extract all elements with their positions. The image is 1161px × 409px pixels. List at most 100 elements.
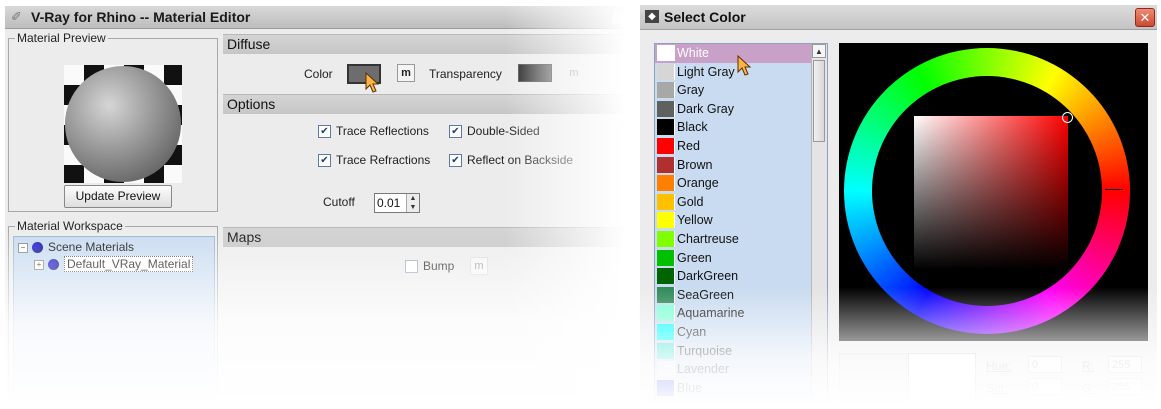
color-swatch xyxy=(657,361,675,378)
vray-app-icon: ✐ xyxy=(11,9,22,24)
cutoff-label: Cutoff xyxy=(323,195,355,209)
double-sided-checkbox[interactable]: ✔ xyxy=(449,125,462,138)
options-section-header[interactable]: Options xyxy=(223,94,625,114)
color-swatch xyxy=(657,175,675,192)
color-list-item[interactable]: Green xyxy=(655,249,811,268)
color-list-item[interactable]: Black xyxy=(655,118,811,137)
dialog-title: Select Color xyxy=(664,9,746,25)
color-swatch xyxy=(657,45,675,61)
color-swatch xyxy=(657,305,675,322)
saturation-value-square[interactable] xyxy=(914,116,1068,270)
color-swatch xyxy=(657,193,675,210)
bump-checkbox[interactable] xyxy=(405,260,418,273)
color-wheel-area[interactable] xyxy=(839,43,1148,341)
mouse-cursor-icon xyxy=(365,72,380,93)
material-preview-legend: Material Preview xyxy=(15,31,108,45)
preview-sphere xyxy=(65,66,181,182)
green-field[interactable]: 255 xyxy=(1108,378,1142,395)
dialog-title-bar: ◆ Select Color ✕ xyxy=(640,5,1157,30)
mouse-cursor-icon xyxy=(737,55,752,76)
color-name: Black xyxy=(677,120,708,135)
color-swatch xyxy=(657,156,675,173)
color-list-item[interactable]: Orange xyxy=(655,174,811,193)
color-list-item[interactable]: Aquamarine xyxy=(655,304,811,323)
expand-icon[interactable]: + xyxy=(34,259,44,270)
sat-field[interactable]: 0 xyxy=(1028,378,1062,395)
color-name: Lavender xyxy=(677,362,730,377)
transparency-swatch[interactable] xyxy=(518,64,552,82)
material-preview-image xyxy=(64,65,182,183)
spinner-arrows-icon[interactable]: ▲ ▼ xyxy=(406,194,419,212)
double-sided-label: Double-Sided xyxy=(467,124,540,138)
color-list-item[interactable]: Lavender xyxy=(655,360,811,379)
tree-item-scene-materials[interactable]: − Scene Materials xyxy=(18,239,134,255)
color-swatch xyxy=(657,119,675,136)
color-list[interactable]: White Light Gray Gray Dark Gray Black Red Brow… xyxy=(654,43,828,407)
collapse-icon[interactable]: − xyxy=(18,242,28,253)
select-color-dialog: ◆ Select Color ✕ White Light Gray Gray Dark… xyxy=(640,5,1157,407)
tree-item-default-material[interactable]: + Default_VRay_Material xyxy=(34,256,194,272)
update-preview-button[interactable]: Update Preview xyxy=(64,185,172,208)
diffuse-map-button[interactable]: m xyxy=(397,64,415,82)
color-swatch xyxy=(657,249,675,266)
color-list-item[interactable]: White xyxy=(655,44,811,63)
sv-marker[interactable] xyxy=(1062,112,1073,123)
color-list-scrollbar[interactable]: ▲ xyxy=(811,44,827,407)
reflect-backside-checkbox[interactable]: ✔ xyxy=(449,154,462,167)
color-list-item[interactable]: Red xyxy=(655,137,811,156)
color-swatch xyxy=(657,342,675,359)
material-workspace-legend: Material Workspace xyxy=(15,219,125,233)
color-list-item[interactable]: DarkGreen xyxy=(655,267,811,286)
color-list-item[interactable]: Light Gray xyxy=(655,63,811,82)
cutoff-spinner[interactable]: 0.01 ▲ ▼ xyxy=(374,193,420,213)
color-name: Aquamarine xyxy=(677,306,745,321)
diffuse-section-header[interactable]: Diffuse xyxy=(223,34,625,54)
color-name: Red xyxy=(677,139,700,153)
color-swatch xyxy=(657,231,675,247)
window-title: V-Ray for Rhino -- Material Editor xyxy=(31,9,251,25)
hue-marker[interactable] xyxy=(1105,189,1123,190)
new-color-preview xyxy=(908,353,976,407)
color-name: Brown xyxy=(677,157,713,172)
material-tree: − Scene Materials + Default_VRay_Material xyxy=(13,236,215,406)
hue-field[interactable]: 0 xyxy=(1028,356,1062,373)
scroll-thumb[interactable] xyxy=(813,60,825,142)
trace-reflections-checkbox[interactable]: ✔ xyxy=(318,125,331,138)
color-swatch xyxy=(657,100,675,117)
green-label: G: xyxy=(1082,381,1095,395)
red-field[interactable]: 255 xyxy=(1108,356,1142,373)
bump-label: Bump xyxy=(423,259,455,273)
bump-map-button[interactable]: m xyxy=(470,257,488,275)
color-list-item[interactable]: Gray xyxy=(655,81,811,100)
color-list-item[interactable]: Yellow xyxy=(655,211,811,230)
maps-section-header[interactable]: Maps xyxy=(223,227,625,247)
color-list-item[interactable]: Cyan xyxy=(655,323,811,342)
color-name: White xyxy=(677,46,709,60)
material-editor-window: ✐ V-Ray for Rhino -- Material Editor Mat… xyxy=(5,6,625,406)
color-swatch xyxy=(657,138,675,154)
color-list-item[interactable]: Brown xyxy=(655,156,811,175)
material-sphere-icon xyxy=(48,259,59,271)
color-list-item[interactable]: Chartreuse xyxy=(655,230,811,249)
color-swatch xyxy=(657,379,675,396)
red-label: R: xyxy=(1082,359,1094,373)
color-swatch xyxy=(657,324,675,340)
cutoff-value[interactable]: 0.01 xyxy=(377,196,400,210)
color-list-item[interactable]: Blue xyxy=(655,379,811,398)
transparency-label: Transparency xyxy=(429,67,502,81)
transparency-map-button[interactable]: m xyxy=(565,64,583,82)
sat-label: Sat: xyxy=(986,381,1008,395)
scroll-up-icon[interactable]: ▲ xyxy=(812,44,826,58)
color-list-item[interactable]: SeaGreen xyxy=(655,286,811,305)
color-list-item[interactable]: Gold xyxy=(655,193,811,212)
color-name: Orange xyxy=(677,176,719,191)
trace-refractions-checkbox[interactable]: ✔ xyxy=(318,154,331,167)
close-button[interactable]: ✕ xyxy=(1135,8,1155,27)
tree-item-label: Scene Materials xyxy=(48,240,135,254)
color-list-item[interactable]: Dark Gray xyxy=(655,100,811,119)
hue-label: Hue: xyxy=(986,359,1012,373)
minimize-button[interactable] xyxy=(611,9,625,25)
color-name: Dark Gray xyxy=(677,101,734,116)
color-swatch xyxy=(657,268,675,285)
color-list-item[interactable]: Turquoise xyxy=(655,342,811,361)
